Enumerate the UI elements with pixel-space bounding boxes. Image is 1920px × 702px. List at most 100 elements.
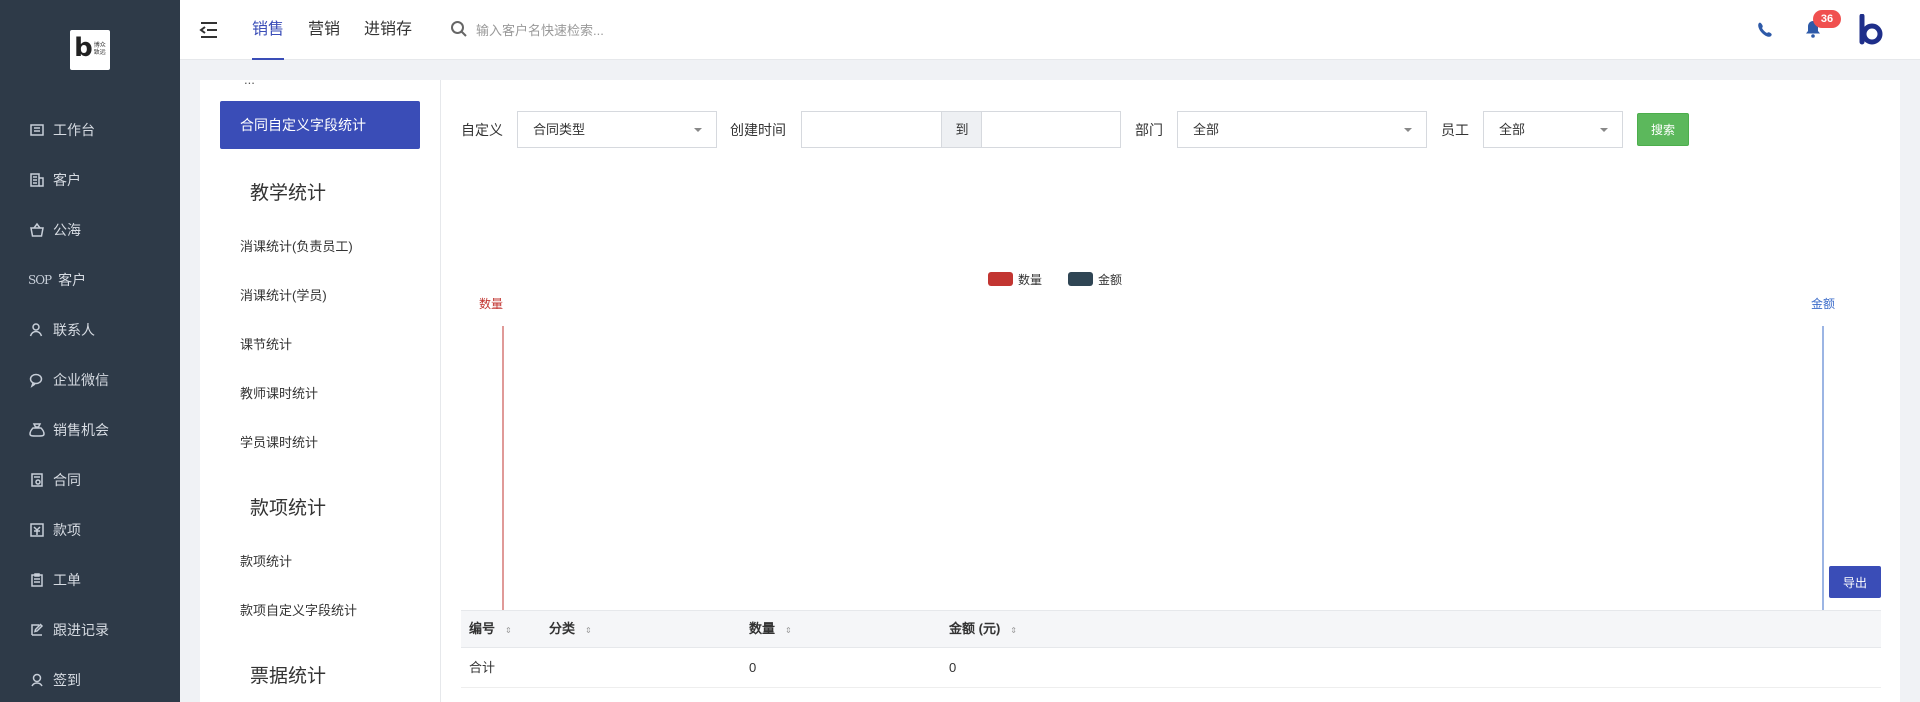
sort-icon[interactable]: ⇕ [785,626,792,635]
menu-collapse-icon[interactable] [198,19,220,41]
sidebar-nav: 工作台 客户 公海 SOP 客户 联系人 企业微信 销售机会 合同 款项 工单 跟进记录 签到 [0,105,180,702]
logo-letter: b [74,33,93,63]
sidebar-item-3[interactable]: 公海 [0,205,180,255]
top-header: 销售 营销 进销存 36 [180,0,1920,60]
sidebar-item-label: 销售机会 [53,422,109,438]
sidebar-item-9[interactable]: 款项 [0,505,180,555]
staff-select[interactable]: 全部 [1483,111,1623,148]
department-select[interactable]: 全部 [1177,111,1427,148]
stats-chart: 数量 金额数量 金额 [479,272,1835,617]
edit-icon [28,621,46,639]
sort-icon[interactable]: ⇕ [505,626,512,635]
table-body: 合计 0 0 [461,648,1881,688]
sidebar-item-6[interactable]: 企业微信 [0,355,180,405]
sidebar-item-1[interactable]: 工作台 [0,105,180,155]
sidebar-item-label: 签到 [53,672,81,688]
company-logo[interactable]: b 博众 致远 [70,30,110,70]
contract-icon [28,471,46,489]
chevron-down-icon [694,128,702,132]
sidebar-item-11[interactable]: 跟进记录 [0,605,180,655]
custom-field-select[interactable]: 合同类型 [517,111,717,148]
category-group-title: 款项统计 [250,498,327,519]
basket-icon [28,221,46,239]
phone-icon[interactable] [1755,20,1775,40]
money-bag-icon [28,421,46,439]
logo-text: 博众 致远 [93,43,106,56]
dashboard-icon [28,121,46,139]
sort-icon[interactable]: ⇕ [585,626,592,635]
date-from-input[interactable] [801,111,942,148]
sidebar-item-label: 客户 [58,272,87,288]
table-cell: 0 [749,660,757,675]
sidebar-item-label: 款项 [53,522,81,538]
main-content: 自定义 合同类型 创建时间 到 部门 全部 员工 全部 搜索 数量 金额 数量 金额 … [440,80,1900,702]
payment-icon [28,521,46,539]
chevron-down-icon [1404,128,1412,132]
sidebar-item-label: 合同 [53,472,81,488]
category-item[interactable]: 消课统计(负责员工) [240,236,353,255]
created-time-label: 创建时间 [730,122,786,138]
search-icon[interactable] [450,20,468,38]
table-header: 编号 ⇕ 分类 ⇕ 数量 ⇕ 金额 (元) ⇕ [461,610,1881,648]
column-header-4[interactable]: 金额 (元) ⇕ [949,611,1017,649]
category-item[interactable]: 学员课时统计 [240,432,318,451]
column-header-1[interactable]: 编号 ⇕ [469,611,512,649]
legend-swatch-2 [1068,272,1093,286]
tab-marketing[interactable]: 营销 [308,0,340,60]
department-label: 部门 [1135,122,1163,138]
department-value: 全部 [1193,122,1220,137]
category-group-title: 教学统计 [250,183,327,204]
sidebar-item-7[interactable]: 销售机会 [0,405,180,455]
column-header-3[interactable]: 数量 ⇕ [749,611,792,649]
sidebar-item-8[interactable]: 合同 [0,455,180,505]
tab-sales[interactable]: 销售 [252,0,285,60]
category-item[interactable]: 款项自定义字段统计 [240,600,357,619]
column-header-label: 分类 [549,621,576,636]
stats-category-panel: ... 合同自定义字段统计 教学统计 消课统计(负责员工) 消课统计(学员) 课… [200,80,440,702]
sidebar-item-label: 工单 [53,572,81,588]
sidebar-item-5[interactable]: 联系人 [0,305,180,355]
wechat-icon [28,371,46,389]
sidebar-item-label: 企业微信 [53,372,109,388]
sidebar-item-2[interactable]: 客户 [0,155,180,205]
custom-field-value: 合同类型 [533,122,586,137]
column-header-label: 编号 [469,621,496,636]
chevron-down-icon [1600,128,1608,132]
category-item[interactable]: 消课统计(学员) [240,285,327,304]
brand-logo-icon[interactable] [1856,13,1886,46]
column-header-label: 数量 [749,621,776,636]
date-to-input[interactable] [981,111,1121,148]
category-contract-custom-field-stats[interactable]: 合同自定义字段统计 [220,101,420,149]
date-range-separator: 到 [942,111,982,148]
column-header-2[interactable]: 分类 ⇕ [549,611,592,649]
table-cell: 0 [949,660,957,675]
export-button[interactable]: 导出 [1829,566,1881,598]
stats-table: 编号 ⇕ 分类 ⇕ 数量 ⇕ 金额 (元) ⇕ 合计 0 0 [461,610,1881,688]
customer-search-input[interactable] [476,18,776,42]
category-item[interactable]: 款项统计 [240,551,292,570]
sidebar-item-label: 联系人 [53,322,95,338]
column-header-label: 金额 (元) [949,621,1001,636]
user-icon [28,321,46,339]
category-item[interactable]: 课节统计 [240,334,292,353]
search-button[interactable]: 搜索 [1637,113,1689,146]
sidebar-item-4[interactable]: SOP 客户 [0,255,180,305]
staff-value: 全部 [1499,122,1526,137]
sort-icon[interactable]: ⇕ [1010,626,1017,635]
location-icon [28,671,46,689]
work-order-icon [28,571,46,589]
sidebar-item-10[interactable]: 工单 [0,555,180,605]
sidebar-item-12[interactable]: 签到 [0,655,180,702]
sidebar-item-label: 客户 [53,172,81,188]
category-partial-label: ... [244,80,255,87]
sidebar-item-label: 工作台 [53,122,95,138]
sidebar: b 博众 致远 工作台 客户 公海 SOP 客户 联系人 企业微信 销售机会 合同 款项 工单 跟进记录… [0,0,180,702]
category-group-title: 票据统计 [250,666,327,687]
custom-filter-label: 自定义 [461,122,503,138]
tab-inventory[interactable]: 进销存 [364,0,412,60]
table-row: 合计 0 0 [461,648,1881,688]
category-item[interactable]: 教师课时统计 [240,383,318,402]
legend-label-1: 数量 [1018,272,1042,287]
sidebar-item-label: 跟进记录 [53,622,109,638]
legend-label-2: 金额 [1098,272,1122,287]
